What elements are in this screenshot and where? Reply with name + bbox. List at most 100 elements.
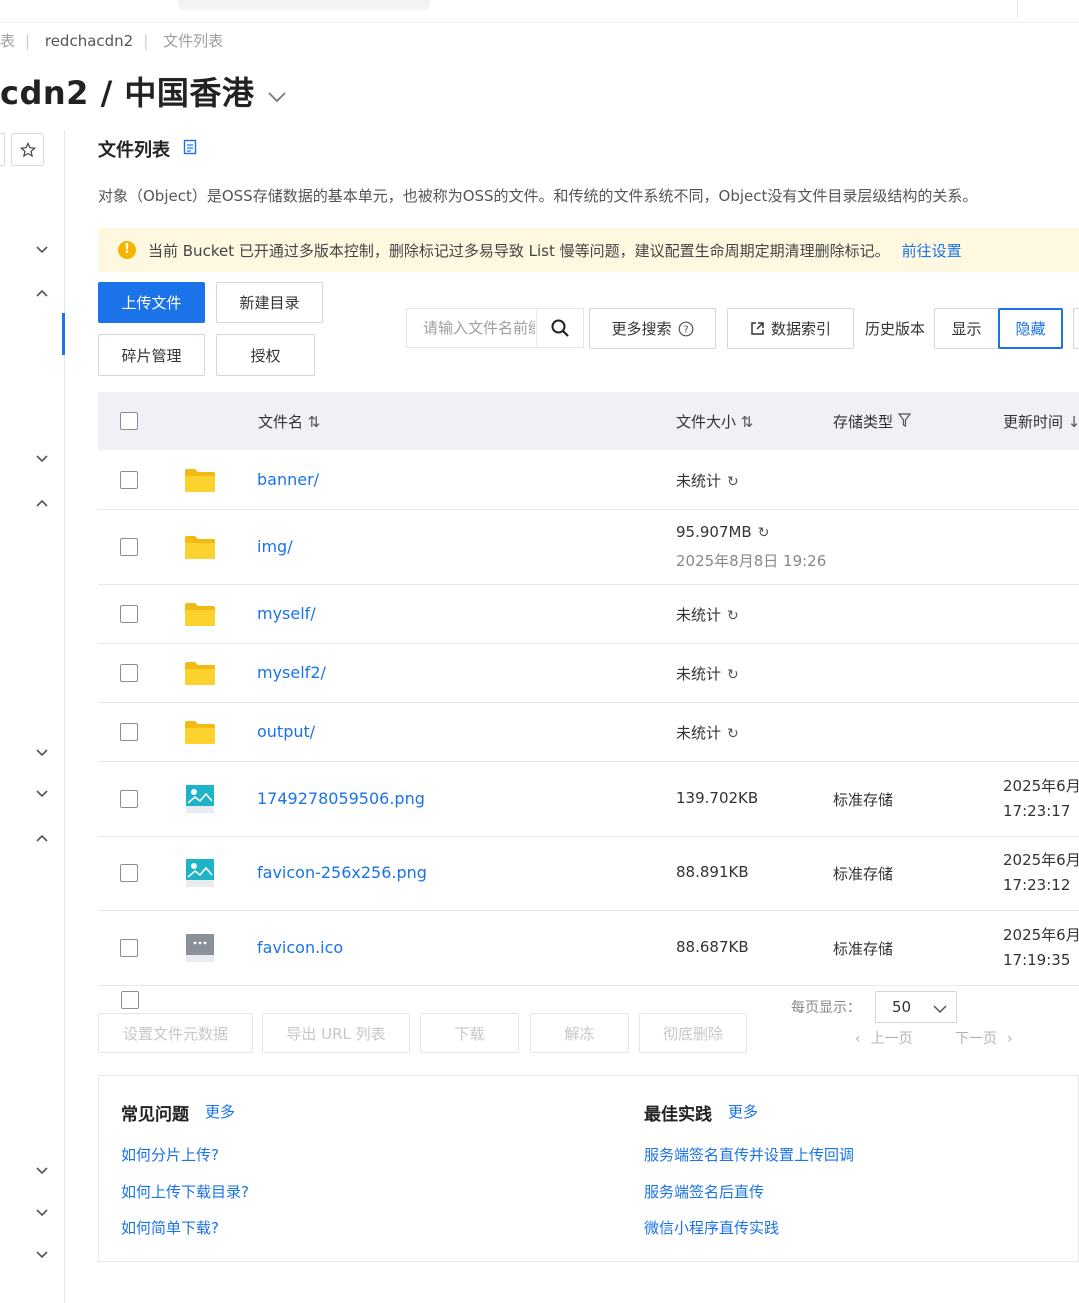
column-updated-label: 更新时间	[1003, 413, 1064, 431]
top-search-segment[interactable]	[178, 0, 430, 10]
folder-icon	[184, 467, 216, 493]
table-row[interactable]: img/95.907MB ↻ 2025年8月8日 19:26	[98, 509, 1079, 585]
file-size: 未统计 ↻	[676, 722, 739, 743]
best-practice-link[interactable]: 服务端签名后直传	[644, 1181, 764, 1202]
best-practice-link[interactable]: 微信小程序直传实践	[644, 1217, 779, 1238]
refresh-icon[interactable]: ↻	[727, 474, 739, 490]
chevron-up-icon[interactable]	[34, 831, 50, 847]
row-checkbox[interactable]	[120, 537, 138, 556]
unfreeze-button[interactable]: 解冻	[530, 1013, 629, 1053]
faq-link[interactable]: 如何简单下载?	[121, 1217, 219, 1238]
table-row[interactable]: output/未统计 ↻	[98, 702, 1079, 762]
faq-link[interactable]: 如何上传下载目录?	[121, 1181, 249, 1202]
export-url-button[interactable]: 导出 URL 列表	[262, 1013, 410, 1053]
download-button[interactable]: 下载	[420, 1013, 519, 1053]
file-size-value: 139.702KB	[676, 788, 759, 807]
chevron-down-icon[interactable]	[34, 242, 50, 258]
refresh-icon[interactable]: ↻	[727, 667, 739, 683]
refresh-icon[interactable]: ↻	[727, 608, 739, 624]
table-row[interactable]: myself/未统计 ↻	[98, 584, 1079, 644]
file-name-link[interactable]: myself/	[257, 604, 316, 623]
bulk-select-checkbox[interactable]	[121, 991, 139, 1009]
chevron-down-icon[interactable]	[34, 1247, 50, 1263]
notice-text: 当前 Bucket 已开通过多版本控制，删除标记过多易导致 List 慢等问题，…	[148, 242, 890, 260]
sort-icon[interactable]: ⇅	[741, 413, 754, 431]
data-index-button[interactable]: 数据索引	[727, 308, 854, 349]
toolbar-overflow-button[interactable]	[1073, 308, 1079, 349]
chevron-up-icon[interactable]	[34, 496, 50, 512]
search-input[interactable]	[421, 318, 537, 338]
table-row[interactable]: banner/未统计 ↻	[98, 450, 1079, 510]
refresh-icon[interactable]: ↻	[758, 525, 770, 541]
fragment-manage-button[interactable]: 碎片管理	[98, 334, 205, 376]
notice-settings-link[interactable]: 前往设置	[902, 242, 962, 260]
more-search-button[interactable]: 更多搜索 ?	[589, 308, 716, 349]
select-all-checkbox[interactable]	[120, 412, 138, 430]
history-hide-button[interactable]: 隐藏	[998, 308, 1063, 349]
table-row[interactable]: favicon-256x256.png 88.891KB 标准存储 2025年6月 17…	[98, 836, 1079, 911]
row-checkbox[interactable]	[120, 789, 138, 808]
table-row[interactable]: 1749278059506.png 139.702KB 标准存储 2025年6月 17:…	[98, 761, 1079, 837]
column-header-storage[interactable]: 存储类型	[833, 411, 911, 432]
breadcrumb-bucket[interactable]: redchacdn2	[45, 32, 133, 50]
search-box	[406, 308, 584, 348]
prev-page-label: 上一页	[870, 1031, 913, 1047]
search-icon[interactable]	[536, 309, 583, 347]
row-checkbox[interactable]	[120, 470, 138, 489]
file-name-link[interactable]: banner/	[257, 470, 319, 489]
next-page-button[interactable]: 下一页 ›	[955, 1028, 1013, 1048]
file-size: 未统计 ↻	[676, 663, 739, 684]
file-name-link[interactable]: output/	[257, 722, 315, 741]
per-page-select[interactable]: 50	[875, 991, 957, 1023]
best-practice-link[interactable]: 服务端签名直传并设置上传回调	[644, 1144, 854, 1165]
star-icon[interactable]	[11, 133, 44, 166]
column-header-updated[interactable]: 更新时间 ↓	[1003, 411, 1079, 432]
authorize-button[interactable]: 授权	[216, 334, 315, 376]
column-header-name[interactable]: 文件名 ⇅	[258, 411, 320, 432]
file-name-link[interactable]: favicon.ico	[257, 938, 343, 957]
sort-icon[interactable]: ⇅	[308, 413, 321, 431]
file-name-link[interactable]: img/	[257, 537, 293, 556]
faq-link[interactable]: 如何分片上传?	[121, 1144, 219, 1165]
chevron-down-icon[interactable]	[260, 88, 286, 109]
sort-down-icon[interactable]: ↓	[1068, 413, 1079, 431]
row-checkbox[interactable]	[120, 864, 138, 882]
chevron-down-icon[interactable]	[34, 1205, 50, 1221]
history-show-button[interactable]: 显示	[934, 308, 999, 349]
table-row[interactable]: myself2/未统计 ↻	[98, 643, 1079, 703]
breadcrumb-partial[interactable]: 表	[0, 32, 15, 50]
column-header-size[interactable]: 文件大小 ⇅	[676, 411, 753, 432]
filter-icon[interactable]	[897, 413, 911, 428]
best-practice-more-link[interactable]: 更多	[728, 1101, 758, 1122]
faq-more-link[interactable]: 更多	[205, 1101, 235, 1122]
upload-button[interactable]: 上传文件	[98, 282, 205, 323]
file-size: 139.702KB	[676, 789, 758, 807]
section-description: 对象（Object）是OSS存储数据的基本单元，也被称为OSS的文件。和传统的文…	[98, 187, 978, 205]
file-name-link[interactable]: 1749278059506.png	[257, 789, 425, 808]
rail-left-button[interactable]	[0, 133, 5, 166]
document-icon[interactable]	[183, 139, 197, 155]
help-panel: 常见问题 更多 如何分片上传? 如何上传下载目录? 如何简单下载? 最佳实践 更…	[98, 1075, 1079, 1262]
row-checkbox[interactable]	[120, 663, 138, 682]
page-title[interactable]: cdn2 / 中国香港	[0, 68, 287, 114]
row-checkbox[interactable]	[120, 604, 138, 623]
file-icon	[185, 933, 215, 963]
refresh-icon[interactable]: ↻	[727, 726, 739, 742]
chevron-down-icon[interactable]	[34, 451, 50, 467]
table-row[interactable]: favicon.ico 88.687KB 标准存储 2025年6月 17:19:35	[98, 910, 1079, 986]
file-name-link[interactable]: myself2/	[257, 663, 326, 682]
folder-icon	[184, 534, 216, 560]
row-checkbox[interactable]	[120, 938, 138, 957]
permanent-delete-button[interactable]: 彻底删除	[639, 1013, 747, 1053]
column-storage-label: 存储类型	[833, 413, 894, 431]
prev-page-button[interactable]: ‹ 上一页	[855, 1028, 913, 1048]
chevron-up-icon[interactable]	[34, 286, 50, 302]
file-name-link[interactable]: favicon-256x256.png	[257, 863, 427, 882]
new-directory-button[interactable]: 新建目录	[216, 282, 323, 323]
chevron-down-icon[interactable]	[34, 745, 50, 761]
chevron-down-icon[interactable]	[34, 786, 50, 802]
set-metadata-button[interactable]: 设置文件元数据	[98, 1013, 253, 1053]
row-checkbox[interactable]	[120, 722, 138, 741]
updated-date: 2025年6月	[1003, 776, 1079, 795]
chevron-down-icon[interactable]	[34, 1163, 50, 1179]
